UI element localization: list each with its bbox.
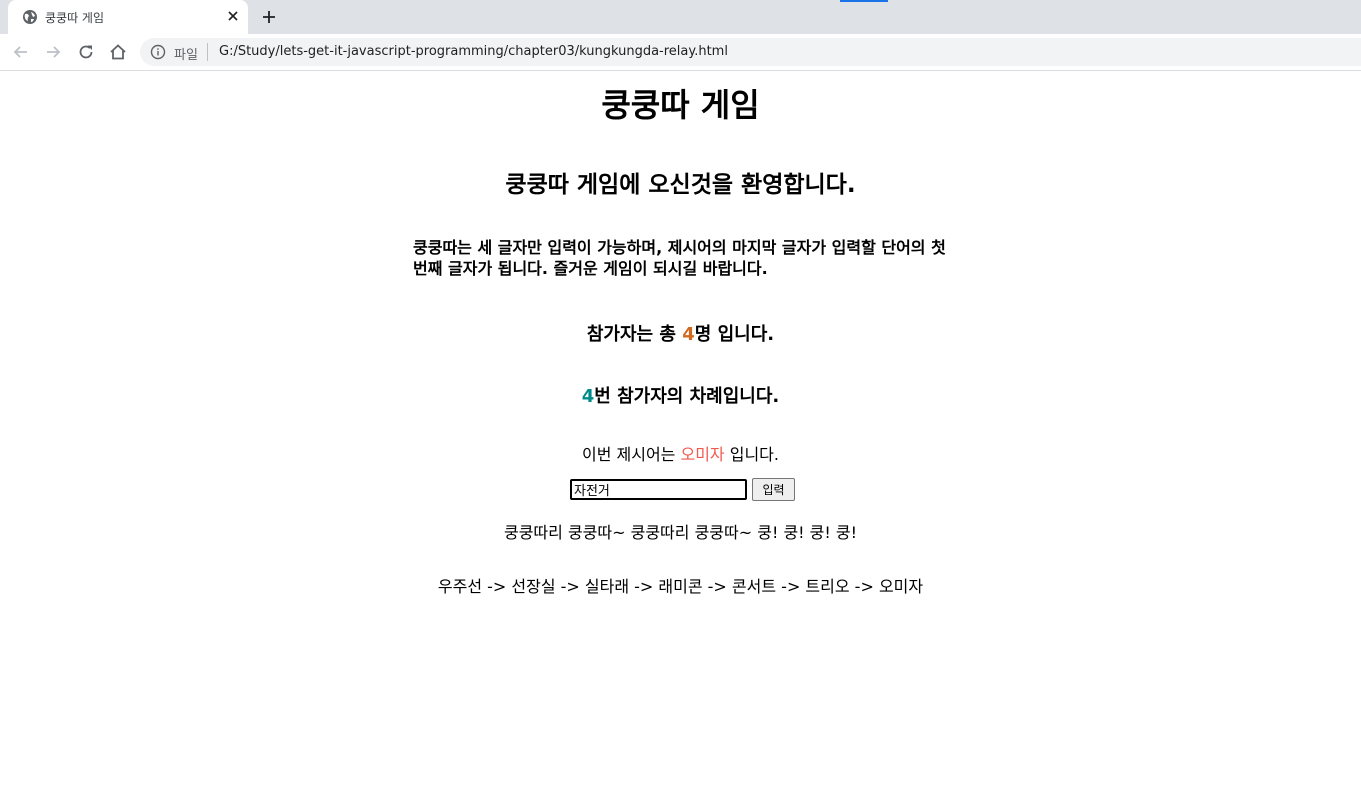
participant-count-prefix: 참가자는 총: [586, 324, 683, 345]
browser-tab[interactable]: 쿵쿵따 게임: [8, 0, 248, 34]
game-description: 쿵쿵따는 세 글자만 입력이 가능하며, 제시어의 마지막 글자가 입력할 단어…: [413, 238, 946, 278]
page-content: 쿵쿵따 게임 쿵쿵따 게임에 오신것을 환영합니다. 쿵쿵따는 세 글자만 입력…: [0, 71, 1361, 803]
tab-strip: 쿵쿵따 게임: [0, 0, 1361, 34]
back-arrow-icon[interactable]: [11, 42, 31, 62]
turn-suffix: 번 참가자의 차례입니다.: [594, 386, 780, 407]
tab-strip-indicator: [840, 0, 888, 2]
current-word: 오미자: [680, 445, 725, 464]
current-word-suffix: 입니다.: [724, 445, 779, 464]
word-history: 우주선 -> 선장실 -> 실타래 -> 래미콘 -> 콘서트 -> 트리오 -…: [437, 577, 924, 596]
current-word-line: 이번 제시어는 오미자 입니다.: [0, 441, 1361, 465]
address-bar[interactable]: 파일 G:/Study/lets-get-it-javascript-progr…: [140, 38, 1361, 66]
close-icon[interactable]: [224, 7, 242, 25]
current-turn: 4번 참가자의 차례입니다.: [0, 382, 1361, 408]
info-icon[interactable]: [150, 44, 166, 60]
chant-text: 쿵쿵따리 쿵쿵따~ 쿵쿵따리 쿵쿵따~ 쿵! 쿵! 쿵! 쿵!: [503, 523, 858, 542]
forward-arrow-icon[interactable]: [43, 42, 63, 62]
participant-count: 참가자는 총 4명 입니다.: [0, 320, 1361, 346]
url-text[interactable]: G:/Study/lets-get-it-javascript-programm…: [219, 44, 728, 59]
turn-number: 4: [581, 386, 595, 407]
globe-icon: [22, 9, 38, 25]
url-scheme-label: 파일: [174, 48, 198, 63]
new-tab-icon[interactable]: [260, 8, 278, 26]
welcome-heading: 쿵쿵따 게임에 오신것을 환영합니다.: [505, 172, 856, 198]
reload-icon[interactable]: [76, 42, 96, 62]
address-divider: [207, 43, 208, 61]
submit-button[interactable]: 입력: [752, 478, 795, 501]
word-input[interactable]: [570, 479, 747, 500]
browser-toolbar: 파일 G:/Study/lets-get-it-javascript-progr…: [0, 34, 1361, 71]
home-icon[interactable]: [108, 42, 128, 62]
participant-count-number: 4: [682, 324, 695, 345]
participant-count-suffix: 명 입니다.: [694, 324, 775, 345]
tab-title: 쿵쿵따 게임: [45, 11, 105, 25]
page-title: 쿵쿵따 게임: [601, 86, 760, 124]
current-word-prefix: 이번 제시어는: [581, 445, 681, 464]
